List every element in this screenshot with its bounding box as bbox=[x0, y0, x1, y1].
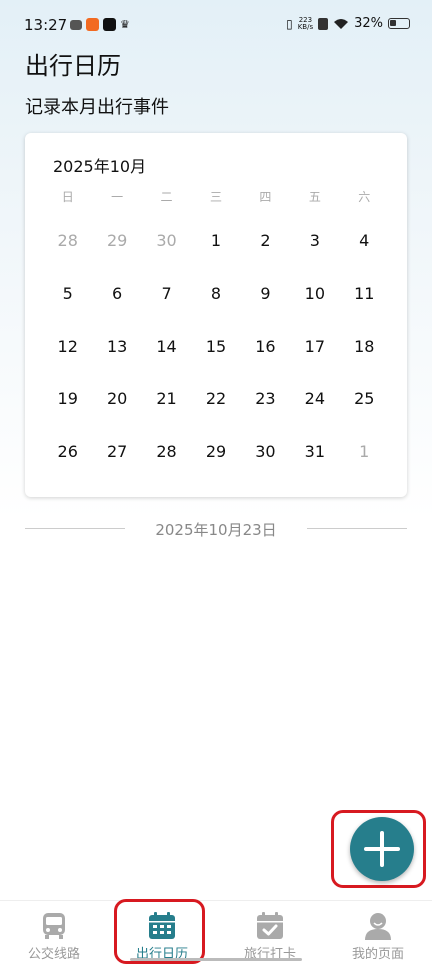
divider-line-right bbox=[307, 528, 407, 529]
calendar-day[interactable]: 29 bbox=[191, 432, 240, 485]
calendar-day[interactable]: 10 bbox=[290, 274, 339, 327]
calendar-day[interactable]: 17 bbox=[290, 327, 339, 380]
app-notification-icon bbox=[70, 19, 82, 30]
battery-percent: 32% bbox=[354, 16, 383, 31]
calendar-day[interactable]: 20 bbox=[92, 379, 141, 432]
page-subtitle: 记录本月出行事件 bbox=[25, 97, 169, 118]
selected-date-divider: 2025年10月23日 bbox=[25, 517, 407, 541]
calendar-day[interactable]: 8 bbox=[191, 274, 240, 327]
calendar-check-icon bbox=[257, 912, 283, 939]
page-title: 出行日历 bbox=[25, 52, 121, 80]
calendar-day[interactable]: 16 bbox=[241, 327, 290, 380]
calendar-day[interactable]: 1 bbox=[340, 432, 389, 485]
calendar-day[interactable]: 28 bbox=[43, 221, 92, 274]
weekday-label: 一 bbox=[111, 190, 124, 204]
add-event-button[interactable] bbox=[350, 817, 414, 881]
calendar-day[interactable]: 22 bbox=[191, 379, 240, 432]
tiktok-notification-icon bbox=[103, 18, 116, 31]
net-speed: 223 KB/s bbox=[297, 16, 314, 31]
calendar-day[interactable]: 4 bbox=[340, 221, 389, 274]
calendar-day[interactable]: 26 bbox=[43, 432, 92, 485]
nav-label: 我的页面 bbox=[351, 947, 404, 962]
status-right: ▯ 223 KB/s 32% bbox=[286, 16, 410, 31]
calendar-day[interactable]: 29 bbox=[92, 221, 141, 274]
vibrate-icon: ▯ bbox=[286, 16, 293, 31]
net-speed-unit: KB/s bbox=[297, 22, 314, 31]
crown-notification-icon: ♛ bbox=[120, 18, 130, 31]
calendar-day[interactable]: 12 bbox=[43, 327, 92, 380]
weekday-label: 六 bbox=[358, 190, 371, 204]
calendar-day[interactable]: 31 bbox=[290, 432, 339, 485]
calendar-day[interactable]: 11 bbox=[340, 274, 389, 327]
home-indicator bbox=[130, 958, 302, 961]
calendar-day[interactable]: 21 bbox=[142, 379, 191, 432]
calendar-day[interactable]: 6 bbox=[92, 274, 141, 327]
selected-date-label: 2025年10月23日 bbox=[155, 521, 277, 539]
nav-active-highlight bbox=[114, 899, 205, 964]
calendar-day[interactable]: 30 bbox=[142, 221, 191, 274]
bus-icon bbox=[43, 913, 65, 939]
calendar-day[interactable]: 7 bbox=[142, 274, 191, 327]
weekday-label: 二 bbox=[160, 190, 173, 204]
weekday-label: 日 bbox=[61, 190, 74, 204]
weekday-label: 三 bbox=[209, 190, 222, 204]
calendar-card: 2025年10月 日 一 二 三 四 五 六 28 29 30 1 2 3 4 5 6 7 8 9 10… bbox=[25, 133, 407, 497]
status-bar: 13:27 ♛ ▯ 223 KB/s 32% bbox=[0, 0, 432, 52]
nav-item-bus-routes[interactable]: 公交线路 bbox=[0, 901, 108, 964]
calendar-day[interactable]: 24 bbox=[290, 379, 339, 432]
wifi-icon bbox=[334, 18, 349, 29]
nav-item-my-page[interactable]: 我的页面 bbox=[324, 901, 432, 964]
sim-icon bbox=[318, 17, 329, 30]
calendar-day[interactable]: 18 bbox=[340, 327, 389, 380]
weekday-header: 日 一 二 三 四 五 六 bbox=[43, 188, 389, 205]
calendar-day[interactable]: 1 bbox=[191, 221, 240, 274]
calendar-day[interactable]: 27 bbox=[92, 432, 141, 485]
person-icon bbox=[365, 913, 391, 940]
calendar-day[interactable]: 14 bbox=[142, 327, 191, 380]
calendar-day[interactable]: 2 bbox=[241, 221, 290, 274]
nav-label: 公交线路 bbox=[27, 947, 80, 962]
battery-icon bbox=[388, 18, 410, 29]
calendar-day[interactable]: 9 bbox=[241, 274, 290, 327]
calendar-day[interactable]: 19 bbox=[43, 379, 92, 432]
calendar-day[interactable]: 15 bbox=[191, 327, 240, 380]
status-time: 13:27 bbox=[24, 16, 68, 34]
status-notification-icons: ♛ bbox=[70, 18, 130, 31]
calendar-day[interactable]: 23 bbox=[241, 379, 290, 432]
weekday-label: 五 bbox=[308, 190, 321, 204]
calendar-day[interactable]: 5 bbox=[43, 274, 92, 327]
taobao-notification-icon bbox=[86, 18, 99, 31]
calendar-days-grid: 28 29 30 1 2 3 4 5 6 7 8 9 10 11 12 13 14 15 16 17 18 19 20 21 2… bbox=[43, 221, 389, 485]
nav-item-travel-checkin[interactable]: 旅行打卡 bbox=[216, 901, 324, 964]
calendar-day[interactable]: 30 bbox=[241, 432, 290, 485]
calendar-day[interactable]: 13 bbox=[92, 327, 141, 380]
bottom-nav: 公交线路 出行日历 旅行打卡 我的页面 bbox=[0, 900, 432, 964]
calendar-day[interactable]: 3 bbox=[290, 221, 339, 274]
weekday-label: 四 bbox=[259, 190, 272, 204]
calendar-day[interactable]: 28 bbox=[142, 432, 191, 485]
calendar-month-title: 2025年10月 bbox=[53, 157, 147, 176]
calendar-day[interactable]: 25 bbox=[340, 379, 389, 432]
